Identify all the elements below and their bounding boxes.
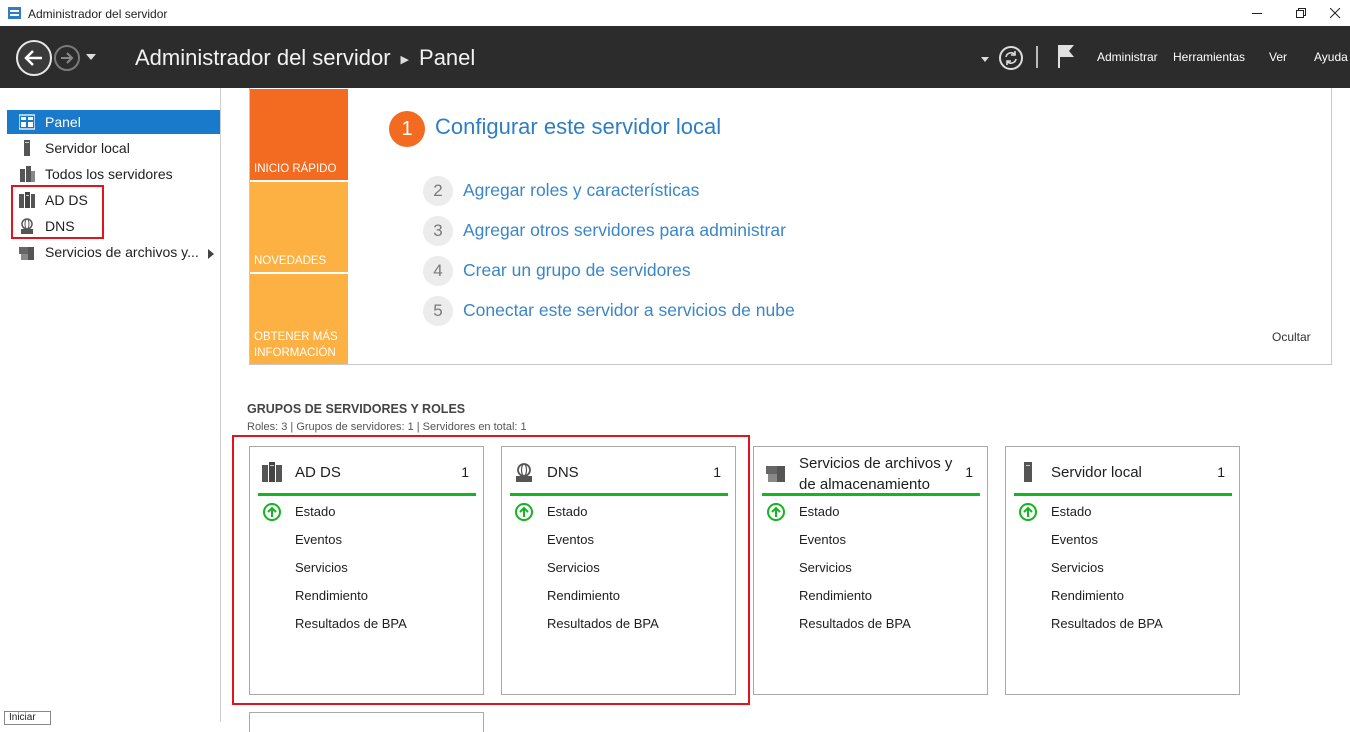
status-ok-icon: [767, 503, 785, 521]
menu-ver[interactable]: Ver: [1269, 50, 1287, 64]
breadcrumb-app: Administrador del servidor: [135, 45, 391, 70]
close-button[interactable]: [1320, 0, 1350, 26]
tile-novedades[interactable]: NOVEDADES: [250, 182, 348, 272]
forward-button[interactable]: [54, 45, 80, 71]
forward-icon: [61, 52, 74, 64]
server-icon: [24, 140, 30, 156]
sidebar-item-label: Todos los servidores: [45, 166, 173, 182]
servers-icon: [20, 166, 35, 182]
dashboard-icon: [19, 114, 35, 130]
step-1-link[interactable]: Configurar este servidor local: [435, 114, 721, 140]
card-title[interactable]: Servidor local: [1051, 462, 1142, 483]
card-count: 1: [965, 464, 973, 480]
card-row-eventos[interactable]: Eventos: [1051, 532, 1098, 547]
tile-label: OBTENER MÁS INFORMACIÓN: [254, 331, 338, 359]
menu-administrar[interactable]: Administrar: [1097, 50, 1158, 64]
sidebar-item-label: Servicios de archivos y...: [45, 244, 199, 260]
server-icon: [1024, 462, 1032, 482]
minimize-button[interactable]: [1234, 0, 1280, 26]
server-manager-app-icon: [8, 7, 21, 19]
step-4-number: 4: [423, 256, 453, 286]
breadcrumb-separator-icon: ▶: [400, 53, 410, 66]
card-status-bar: [1014, 493, 1232, 496]
sidebar-item-servidor-local[interactable]: Servidor local: [7, 136, 220, 160]
role-card-partial[interactable]: [249, 712, 484, 732]
card-count: 1: [1217, 464, 1225, 480]
step-2-link[interactable]: Agregar roles y características: [463, 180, 699, 201]
card-row-estado[interactable]: Estado: [1051, 504, 1091, 519]
card-row-bpa[interactable]: Resultados de BPA: [1051, 616, 1163, 631]
tile-obtener-informacion[interactable]: OBTENER MÁS INFORMACIÓN: [250, 274, 348, 364]
sidebar-item-panel[interactable]: Panel: [7, 110, 220, 134]
back-button[interactable]: [16, 40, 52, 76]
card-row-rendimiento[interactable]: Rendimiento: [799, 588, 872, 603]
role-card-servidor-local[interactable]: Servidor local 1 Estado Eventos Servicio…: [1005, 446, 1240, 695]
file-services-icon: [19, 247, 34, 260]
step-3-number: 3: [423, 216, 453, 246]
window-titlebar: Administrador del servidor: [0, 0, 1350, 26]
tile-inicio-rapido[interactable]: INICIO RÁPIDO: [250, 89, 348, 180]
file-services-icon: [766, 466, 785, 482]
refresh-icon: [1005, 51, 1017, 65]
card-row-eventos[interactable]: Eventos: [799, 532, 846, 547]
role-card-servicios-archivos[interactable]: Servicios de archivos y de almacenamient…: [753, 446, 988, 695]
breadcrumb-dropdown-icon[interactable]: [981, 57, 989, 62]
step-1-number: 1: [389, 111, 425, 147]
step-3-link[interactable]: Agregar otros servidores para administra…: [463, 220, 786, 241]
refresh-button[interactable]: [999, 46, 1023, 70]
section-title: GRUPOS DE SERVIDORES Y ROLES: [247, 402, 466, 416]
minimize-icon: [1251, 12, 1262, 14]
flag-icon[interactable]: [1057, 44, 1075, 68]
step-5-number: 5: [423, 296, 453, 326]
card-row-rendimiento[interactable]: Rendimiento: [1051, 588, 1124, 603]
window-title: Administrador del servidor: [28, 7, 168, 21]
menu-ayuda[interactable]: Ayuda: [1314, 50, 1348, 64]
start-tooltip: Iniciar: [4, 711, 51, 725]
history-dropdown-icon[interactable]: [86, 54, 96, 60]
submenu-expand-icon[interactable]: [208, 249, 214, 259]
breadcrumb-page: Panel: [419, 45, 476, 70]
step-5-link[interactable]: Conectar este servidor a servicios de nu…: [463, 300, 795, 321]
back-icon: [24, 50, 42, 66]
sidebar-item-label: Panel: [45, 114, 81, 130]
app-header: Administrador del servidor ▶ Panel Admin…: [0, 26, 1350, 88]
card-status-bar: [762, 493, 980, 496]
card-row-estado[interactable]: Estado: [799, 504, 839, 519]
tile-label: INICIO RÁPIDO: [254, 163, 337, 175]
tile-label: NOVEDADES: [254, 255, 327, 267]
card-row-servicios[interactable]: Servicios: [799, 560, 852, 575]
restore-icon: [1295, 7, 1306, 18]
status-ok-icon: [1019, 503, 1037, 521]
sidebar-highlight-box: [11, 185, 104, 239]
sidebar-item-label: Servidor local: [45, 140, 130, 156]
hide-link[interactable]: Ocultar: [1272, 330, 1311, 344]
breadcrumb: Administrador del servidor ▶ Panel: [135, 45, 475, 71]
close-icon: [1329, 7, 1340, 18]
card-title-line1[interactable]: Servicios de archivos y: [799, 453, 952, 474]
sidebar-item-servicios-archivos[interactable]: Servicios de archivos y...: [7, 240, 220, 264]
cards-highlight-box: [232, 435, 750, 705]
card-row-servicios[interactable]: Servicios: [1051, 560, 1104, 575]
card-title-line2[interactable]: de almacenamiento: [799, 474, 930, 495]
step-4-link[interactable]: Crear un grupo de servidores: [463, 260, 691, 281]
menu-herramientas[interactable]: Herramientas: [1173, 50, 1245, 64]
header-divider: [1036, 46, 1038, 68]
card-row-bpa[interactable]: Resultados de BPA: [799, 616, 911, 631]
restore-button[interactable]: [1278, 0, 1324, 26]
sidebar-item-todos-servidores[interactable]: Todos los servidores: [7, 162, 220, 186]
step-2-number: 2: [423, 176, 453, 206]
section-summary: Roles: 3 | Grupos de servidores: 1 | Ser…: [247, 421, 527, 433]
